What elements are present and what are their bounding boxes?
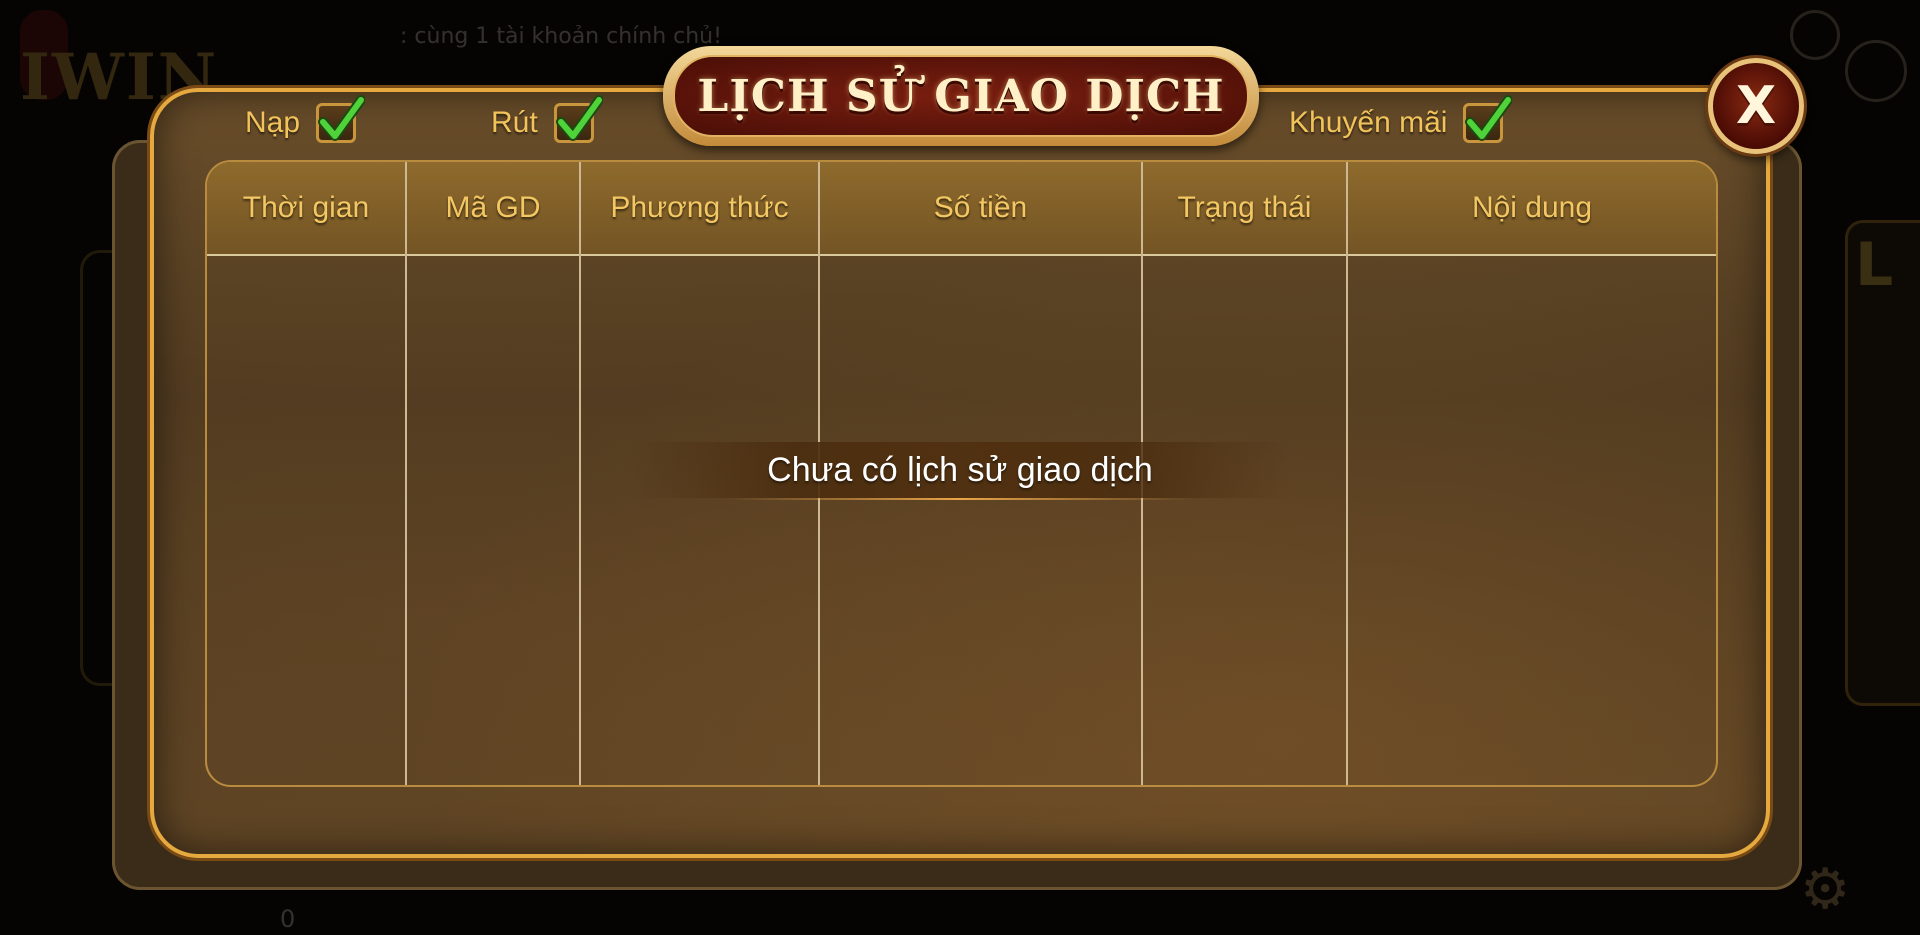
empty-state-banner: Chưa có lịch sử giao dịch — [630, 442, 1290, 500]
app-screen: IWIN : cùng 1 tài khoản chính chủ! L 0 ⚙… — [0, 0, 1920, 935]
filter-promotion-label: Khuyến mãi — [1289, 106, 1448, 139]
filter-deposit-label: Nạp — [245, 106, 301, 139]
news-ticker: : cùng 1 tài khoản chính chủ! — [400, 24, 722, 49]
column-divider — [579, 162, 581, 785]
balance-value: 0 — [280, 905, 296, 933]
filter-deposit-checkbox[interactable] — [316, 95, 366, 143]
right-promo-text: L — [1855, 230, 1894, 300]
empty-state-message: Chưa có lịch sử giao dịch — [767, 450, 1153, 489]
close-icon: X — [1735, 76, 1777, 136]
filter-promotion[interactable]: Khuyến mãi — [1289, 95, 1513, 151]
dialog-title: LỊCH SỬ GIAO DỊCH — [697, 70, 1225, 122]
dialog-title-plaque: LỊCH SỬ GIAO DỊCH — [663, 46, 1259, 146]
filter-promotion-checkbox[interactable] — [1463, 95, 1513, 143]
column-divider — [405, 162, 407, 785]
ornament-icon — [1845, 40, 1907, 102]
checkmark-icon — [318, 95, 366, 141]
column-header-amount: Số tiền — [933, 191, 1028, 224]
filter-withdraw-checkbox[interactable] — [553, 95, 603, 143]
ornament-icon — [1790, 10, 1840, 60]
column-divider — [1346, 162, 1348, 785]
filter-withdraw-label: Rút — [491, 106, 538, 139]
column-header-content: Nội dung — [1471, 191, 1593, 224]
gear-icon[interactable]: ⚙ — [1800, 860, 1860, 920]
column-header-method: Phương thức — [610, 191, 789, 224]
dialog-title-inner: LỊCH SỬ GIAO DỊCH — [673, 55, 1249, 137]
filter-deposit[interactable]: Nạp — [245, 95, 366, 151]
column-header-status: Trạng thái — [1177, 191, 1312, 224]
column-header-transaction-id: Mã GD — [445, 191, 541, 224]
column-header-time: Thời gian — [242, 191, 370, 224]
close-button[interactable]: X — [1708, 58, 1804, 154]
checkmark-icon — [555, 95, 603, 141]
filter-withdraw[interactable]: Rút — [491, 95, 603, 151]
checkmark-icon — [1465, 95, 1513, 141]
